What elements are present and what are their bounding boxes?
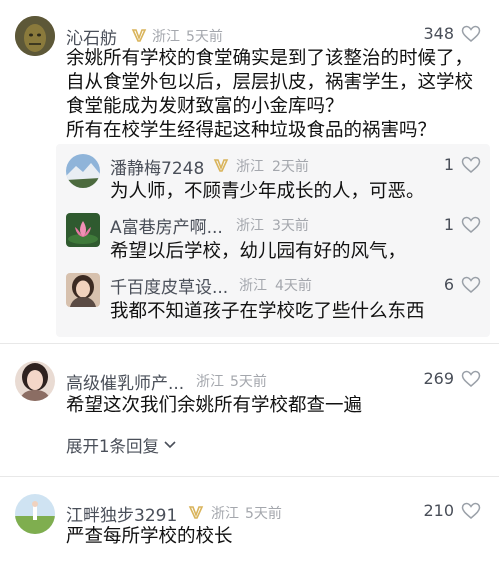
comment-divider	[0, 343, 499, 344]
reply-3-text: 我都不知道孩子在学校吃了些什么东西	[110, 301, 425, 322]
vip-badge-icon	[188, 506, 204, 519]
avatar-bronze-statue-icon	[15, 16, 55, 56]
comment-divider	[0, 476, 499, 477]
comment-1-text-line-3: 食堂能成为发财致富的小金库吗？	[66, 96, 344, 117]
reply-2-time: 3天前	[272, 218, 309, 234]
comment-2-time: 5天前	[230, 374, 267, 390]
vip-badge-icon	[131, 29, 147, 42]
reply-3-location: 浙江	[239, 278, 267, 294]
avatar-snow-landscape-icon	[66, 154, 100, 188]
comment-1-text-line-2: 自从食堂外包以后，层层扒皮，祸害学生，这学校	[66, 72, 474, 93]
heart-outline-icon[interactable]	[461, 370, 481, 388]
chevron-down-icon	[164, 441, 176, 449]
reply-1-text: 为人师，不顾青少年成长的人，可恶。	[110, 181, 425, 202]
comment-3-author[interactable]: 江畔独步3291	[66, 501, 177, 526]
comment-3-location: 浙江	[211, 506, 239, 522]
comment-1-text-line-1: 余姚所有学校的食堂确实是到了该整治的时候了，	[66, 48, 474, 69]
comment-1-author[interactable]: 沁石舫	[66, 24, 117, 49]
reply-1-location: 浙江	[236, 159, 264, 175]
comment-3-text: 严查每所学校的校长	[66, 526, 233, 547]
reply-2-like-count: 1	[443, 215, 454, 234]
reply-3-like-count: 6	[443, 275, 454, 294]
avatar-reply-3[interactable]	[66, 273, 100, 307]
avatar-comment-1[interactable]	[15, 16, 55, 56]
reply-3-author[interactable]: 千百度皮草设...	[110, 273, 228, 298]
avatar-comment-3[interactable]	[15, 494, 55, 534]
heart-outline-icon[interactable]	[461, 216, 481, 234]
avatar-comment-2[interactable]	[15, 361, 55, 401]
comment-1-location: 浙江	[152, 29, 180, 45]
comment-1-text-line-4: 所有在校学生经得起这种垃圾食品的祸害吗？	[66, 120, 437, 141]
comment-2-like-count: 269	[423, 369, 454, 388]
avatar-field-landscape-icon	[15, 494, 55, 534]
heart-outline-icon[interactable]	[461, 502, 481, 520]
avatar-woman-portrait-icon	[66, 273, 100, 307]
comment-2-text: 希望这次我们余姚所有学校都查一遍	[66, 395, 363, 416]
comment-1-time: 5天前	[186, 29, 223, 45]
reply-1-like-count: 1	[443, 155, 454, 174]
reply-1-time: 2天前	[272, 159, 309, 175]
comment-2-author[interactable]: 高级催乳师产...	[66, 369, 184, 394]
avatar-lotus-icon	[66, 213, 100, 247]
vip-badge-icon	[213, 159, 229, 172]
heart-outline-icon[interactable]	[461, 156, 481, 174]
avatar-reply-1[interactable]	[66, 154, 100, 188]
reply-2-text: 希望以后学校，幼儿园有好的风气，	[110, 241, 407, 262]
comment-3-like-count: 210	[423, 501, 454, 520]
heart-outline-icon[interactable]	[461, 276, 481, 294]
heart-outline-icon[interactable]	[461, 25, 481, 43]
reply-2-author[interactable]: A富巷房产啊...	[110, 213, 223, 238]
avatar-reply-2[interactable]	[66, 213, 100, 247]
comment-3-time: 5天前	[245, 506, 282, 522]
comment-2-location: 浙江	[196, 374, 224, 390]
expand-replies-label: 展开1条回复	[66, 437, 159, 456]
avatar-woman-portrait-icon	[15, 361, 55, 401]
reply-2-location: 浙江	[236, 218, 264, 234]
reply-1-author[interactable]: 潘静梅7248	[110, 154, 204, 179]
expand-replies-button[interactable]: 展开1条回复	[66, 434, 177, 456]
comment-1-like-count: 348	[423, 24, 454, 43]
reply-3-time: 4天前	[275, 278, 312, 294]
